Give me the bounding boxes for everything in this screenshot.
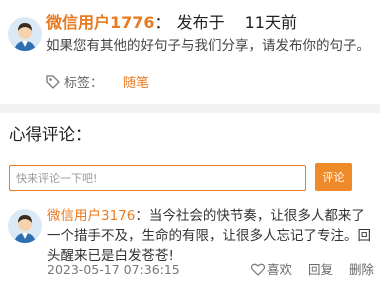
- comment-separator: ：: [135, 208, 149, 224]
- post-header: 微信用户1776： 发布于 11天前: [46, 12, 297, 34]
- tags-label: 标签：: [64, 76, 104, 91]
- comment-input[interactable]: [10, 166, 305, 190]
- avatar-icon: [8, 209, 42, 243]
- delete-button[interactable]: 删除: [349, 262, 374, 277]
- post-time-ago: 11天前: [244, 13, 297, 32]
- comment-text: 微信用户3176：当今社会的快节奏，让很多人都来了一个措手不及，生命的有限，让很…: [47, 206, 377, 266]
- reply-button[interactable]: 回复: [308, 262, 333, 277]
- comment-input-box: [9, 165, 306, 191]
- post-verb: 发布于: [176, 13, 225, 32]
- post-tags: 标签： 随笔: [46, 75, 149, 93]
- post-card: 微信用户1776： 发布于 11天前 如果您有其他的好句子与我们分享，请发布你的句子…: [0, 0, 380, 104]
- tag-icon: [46, 75, 60, 89]
- comments-section-title: 心得评论：: [9, 125, 92, 144]
- post-author-avatar[interactable]: [8, 17, 42, 51]
- comment-timestamp: 2023-05-17 07:36:15: [47, 262, 180, 277]
- comment-username[interactable]: 微信用户3176: [47, 208, 135, 224]
- comment-author-avatar[interactable]: [8, 209, 42, 243]
- like-button[interactable]: 喜欢: [250, 262, 292, 277]
- post-body: 如果您有其他的好句子与我们分享，请发布你的句子。: [46, 38, 370, 54]
- submit-comment-button[interactable]: 评论: [315, 163, 352, 191]
- comment-actions: 喜欢 回复 删除: [239, 262, 374, 278]
- post-username[interactable]: 微信用户1776: [46, 13, 155, 32]
- heart-icon: [250, 263, 265, 276]
- avatar-icon: [8, 17, 42, 51]
- like-label: 喜欢: [266, 262, 292, 277]
- section-divider: [0, 104, 380, 113]
- post-separator: ：: [154, 13, 171, 32]
- tag-link[interactable]: 随笔: [123, 76, 149, 91]
